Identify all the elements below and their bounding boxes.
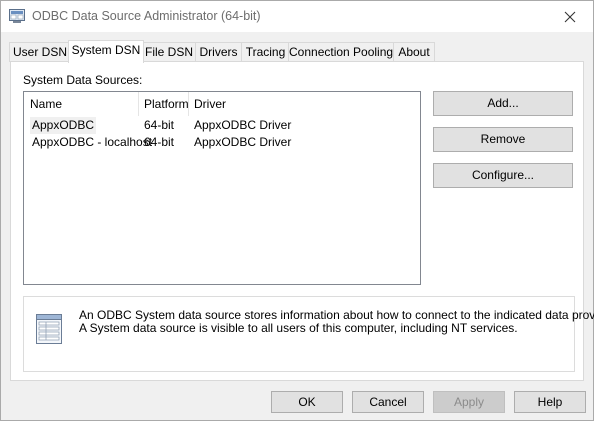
apply-button[interactable]: Apply [433,391,505,413]
row-driver-cell: AppxODBC Driver [194,118,292,132]
window-title: ODBC Data Source Administrator (64-bit) [32,9,261,23]
odbc-app-icon [9,8,26,24]
configure-button[interactable]: Configure... [433,163,573,188]
title-bar[interactable]: ODBC Data Source Administrator (64-bit) [1,1,593,32]
column-header-name[interactable]: Name [24,92,138,115]
column-header-driver[interactable]: Driver [188,92,420,115]
row-platform-cell: 64-bit [144,135,175,149]
cancel-button[interactable]: Cancel [352,391,424,413]
row-name-cell: AppxODBC [30,117,97,134]
system-dsn-panel: System Data Sources: Name Platform Drive… [10,61,594,381]
info-line-2: A System data source is visible to all u… [79,321,518,335]
list-row[interactable]: AppxODBC 64-bit AppxODBC Driver [24,117,420,134]
dialog-window: ODBC Data Source Administrator (64-bit) … [0,0,594,421]
info-box: An ODBC System data source stores inform… [23,296,594,372]
help-button[interactable]: Help [514,391,586,413]
data-source-info-icon [33,312,65,346]
data-sources-list[interactable]: Name Platform Driver AppxODBC 64-bit App… [23,91,421,285]
tab-tracing[interactable]: Tracing [241,42,290,62]
tab-drivers[interactable]: Drivers [195,42,242,62]
system-data-sources-label: System Data Sources: [23,73,143,87]
list-header: Name Platform Driver [24,92,420,116]
close-button[interactable] [547,1,593,32]
ok-button[interactable]: OK [271,391,343,413]
row-name-cell: AppxODBC - localhost [32,135,153,149]
tab-system-dsn[interactable]: System DSN [68,40,144,63]
remove-button[interactable]: Remove [433,127,573,152]
tab-user-dsn[interactable]: User DSN [9,42,71,62]
row-platform-cell: 64-bit [144,118,175,132]
info-description: An ODBC System data source stores inform… [79,309,594,335]
column-header-platform[interactable]: Platform [138,92,189,115]
close-icon [564,11,576,22]
row-driver-cell: AppxODBC Driver [194,135,292,149]
add-button[interactable]: Add... [433,91,573,116]
tab-connection-pooling[interactable]: Connection Pooling [288,42,394,62]
tab-about[interactable]: About [393,42,435,62]
tab-file-dsn[interactable]: File DSN [142,42,196,62]
list-row[interactable]: AppxODBC - localhost 64-bit AppxODBC Dri… [24,134,420,151]
